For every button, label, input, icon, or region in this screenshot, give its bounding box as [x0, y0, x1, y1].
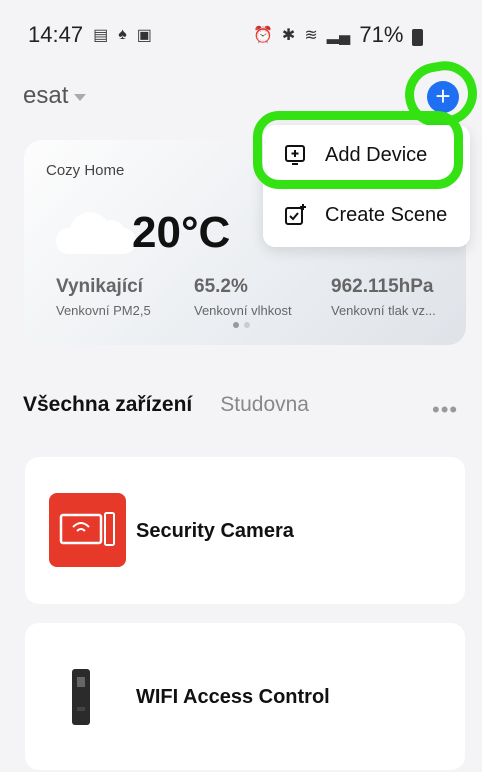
stat-label: Venkovní PM2,5: [56, 303, 151, 318]
menu-item-label: Create Scene: [325, 203, 448, 226]
status-left: 14:47 ▤ ♠ ▣: [28, 22, 152, 48]
device-name: Security Camera: [136, 520, 294, 542]
menu-item-create-scene[interactable]: Create Scene: [263, 185, 470, 245]
stat-pressure: 962.115hPa Venkovní tlak vz...: [331, 276, 436, 318]
weather-home-label: Cozy Home: [46, 162, 125, 179]
tab-all-devices[interactable]: Všechna zařízení: [23, 393, 192, 417]
calendar-icon: ▣: [136, 27, 152, 44]
stat-label: Venkovní tlak vz...: [331, 303, 436, 318]
wifi-icon: ≋: [304, 27, 318, 44]
device-name: WIFI Access Control: [136, 686, 330, 708]
home-name: esat: [23, 82, 69, 109]
access-control-icon: [72, 669, 90, 725]
carousel-dot: [244, 322, 250, 328]
chevron-down-icon: [74, 93, 87, 101]
stat-value: 962.115hPa: [331, 276, 434, 297]
status-time: 14:47: [28, 22, 84, 47]
signal-icon: ▂▄: [326, 27, 351, 44]
menu-item-add-device[interactable]: Add Device: [263, 125, 470, 185]
battery-percent: 71%: [359, 22, 404, 47]
bluetooth-icon: ✱: [281, 27, 296, 44]
tab-studovna[interactable]: Studovna: [220, 393, 309, 417]
add-device-icon: [285, 145, 305, 165]
room-tabs: Všechna zařízení Studovna: [23, 393, 309, 417]
security-camera-icon: [49, 493, 126, 567]
carousel-dots: [233, 322, 250, 328]
stat-label: Venkovní vlhkost: [194, 303, 292, 318]
cloud-icon: [56, 210, 136, 254]
battery-icon: [412, 28, 424, 46]
device-card-security-camera[interactable]: Security Camera: [25, 457, 465, 604]
bell-icon: ♠: [118, 26, 127, 43]
status-right: ⏰ ✱ ≋ ▂▄ 71%: [253, 22, 424, 48]
stat-humidity: 65.2% Venkovní vlhkost: [194, 276, 292, 318]
carousel-dot: [233, 322, 239, 328]
add-button[interactable]: +: [427, 81, 459, 113]
menu-item-label: Add Device: [325, 143, 428, 166]
stat-pm25: Vynikající Venkovní PM2,5: [56, 276, 151, 318]
plus-icon: +: [435, 81, 451, 111]
create-scene-icon: [285, 204, 306, 225]
stat-value: 65.2%: [194, 276, 248, 297]
home-selector[interactable]: esat: [23, 82, 87, 110]
add-menu: Add Device Create Scene: [263, 125, 470, 247]
stat-value: Vynikající: [56, 276, 143, 297]
temperature: 20°C: [132, 208, 231, 257]
device-card-access-control[interactable]: WIFI Access Control: [25, 623, 465, 770]
alarm-icon: ⏰: [253, 27, 273, 44]
more-options-icon[interactable]: •••: [432, 397, 458, 423]
notification-icon: ▤: [93, 27, 109, 44]
